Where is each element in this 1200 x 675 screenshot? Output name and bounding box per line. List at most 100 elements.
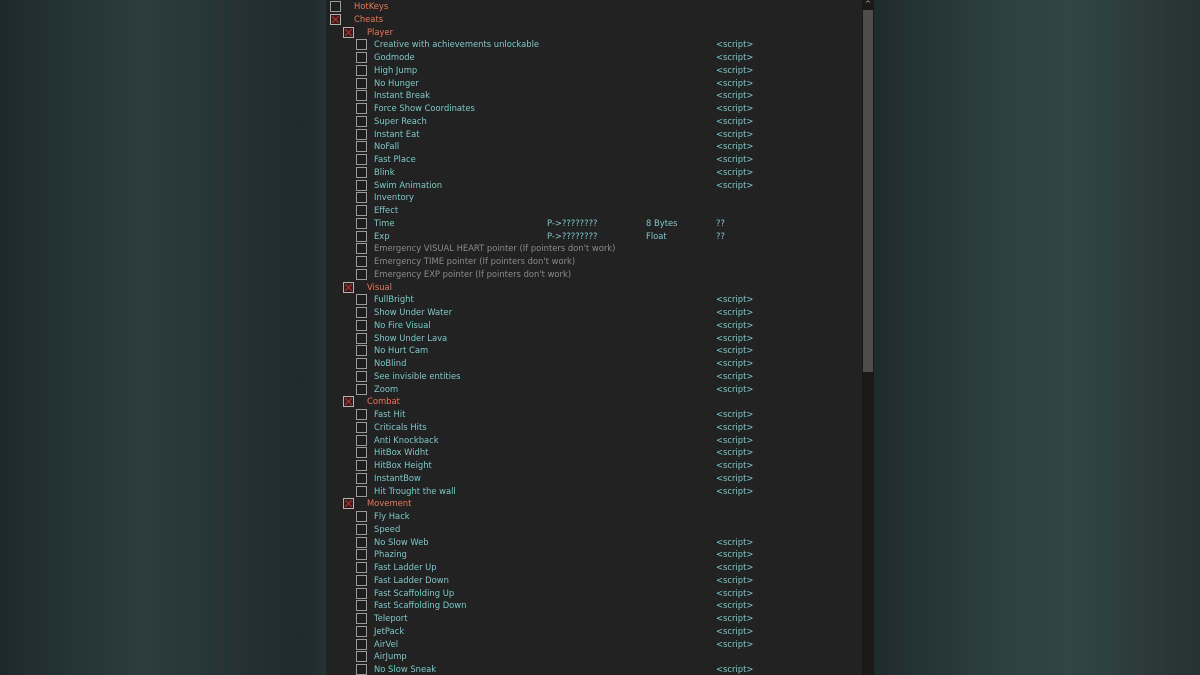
checkbox[interactable] [356, 523, 367, 535]
checkbox[interactable] [356, 52, 367, 63]
checkbox[interactable] [330, 1, 341, 12]
active-checkbox[interactable] [343, 498, 354, 510]
checkbox[interactable] [356, 154, 367, 165]
checkbox[interactable] [356, 434, 367, 446]
table-row[interactable]: Show Under Water <script> [326, 306, 862, 319]
table-row[interactable]: Time P->???????? 8 Bytes?? [326, 217, 862, 230]
checkbox[interactable] [356, 205, 367, 216]
scroll-up-arrow-icon[interactable]: ^ [862, 0, 874, 9]
table-row[interactable]: Instant Eat <script> [326, 128, 862, 141]
table-row[interactable]: No Slow Sneak <script> [326, 663, 862, 675]
table-row[interactable]: Swim Animation <script> [326, 179, 862, 192]
checkbox[interactable] [356, 115, 367, 127]
checkbox[interactable] [356, 319, 367, 331]
table-row[interactable]: NoFall <script> [326, 140, 862, 153]
checkbox[interactable] [356, 230, 367, 242]
table-row[interactable]: Speed [326, 523, 862, 536]
table-row[interactable]: Fast Place <script> [326, 153, 862, 166]
checkbox[interactable] [356, 358, 367, 369]
checkbox[interactable] [356, 345, 367, 357]
checkbox[interactable] [356, 294, 367, 306]
checkbox[interactable] [356, 217, 367, 229]
group-header[interactable]: Player [326, 26, 862, 39]
table-row[interactable]: Fast Scaffolding Up <script> [326, 587, 862, 600]
checkbox[interactable] [356, 64, 367, 76]
checkbox[interactable] [356, 39, 367, 51]
checkbox[interactable] [356, 192, 367, 204]
table-row[interactable]: Anti Knockback <script> [326, 434, 862, 447]
checkbox[interactable] [356, 549, 367, 561]
table-row[interactable]: Emergency EXP pointer (If pointers don't… [326, 268, 862, 281]
table-row[interactable]: AirVel <script> [326, 638, 862, 651]
table-row[interactable]: HitBox Widht <script> [326, 446, 862, 459]
table-row[interactable]: Show Under Lava <script> [326, 332, 862, 345]
table-row[interactable]: Exp P->???????? Float?? [326, 230, 862, 243]
scrollbar-thumb[interactable] [863, 10, 873, 372]
table-row[interactable]: FullBright <script> [326, 293, 862, 306]
checkbox[interactable] [356, 664, 367, 675]
table-row[interactable]: Super Reach <script> [326, 115, 862, 128]
table-row[interactable]: JetPack <script> [326, 625, 862, 638]
table-row[interactable]: High Jump <script> [326, 64, 862, 77]
checkbox[interactable] [356, 613, 367, 624]
table-row[interactable]: Instant Break <script> [326, 89, 862, 102]
checkbox[interactable] [356, 141, 367, 153]
table-row[interactable]: Fly Hack [326, 510, 862, 523]
table-row[interactable]: Phazing <script> [326, 548, 862, 561]
table-row[interactable]: Fast Ladder Down <script> [326, 574, 862, 587]
active-checkbox[interactable] [343, 26, 354, 38]
active-checkbox[interactable] [343, 396, 354, 408]
table-row[interactable]: Effect [326, 204, 862, 217]
checkbox[interactable] [356, 370, 367, 382]
active-checkbox[interactable] [330, 13, 341, 25]
table-row[interactable]: Zoom <script> [326, 383, 862, 396]
checkbox[interactable] [356, 332, 367, 344]
group-header[interactable]: Visual [326, 281, 862, 294]
vertical-scrollbar[interactable]: ^ [862, 0, 874, 675]
table-row[interactable]: Creative with achievements unlockable <sc… [326, 38, 862, 51]
table-row[interactable]: Godmode <script> [326, 51, 862, 64]
checkbox[interactable] [356, 600, 367, 612]
group-header[interactable]: Combat [326, 395, 862, 408]
checkbox[interactable] [356, 268, 367, 280]
table-row[interactable]: Fast Scaffolding Down <script> [326, 599, 862, 612]
table-row[interactable]: AirJump [326, 650, 862, 663]
table-row[interactable]: HitBox Height <script> [326, 459, 862, 472]
checkbox[interactable] [356, 536, 367, 548]
table-row[interactable]: Blink <script> [326, 166, 862, 179]
group-header[interactable]: Movement [326, 497, 862, 510]
checkbox[interactable] [356, 128, 367, 140]
checkbox[interactable] [356, 179, 367, 191]
checkbox[interactable] [356, 587, 367, 599]
table-row[interactable]: Fast Hit <script> [326, 408, 862, 421]
group-header[interactable]: Cheats [326, 13, 862, 26]
checkbox[interactable] [356, 421, 367, 433]
table-row[interactable]: No Hunger <script> [326, 77, 862, 90]
table-row[interactable]: See invisible entities <script> [326, 370, 862, 383]
checkbox[interactable] [356, 256, 367, 267]
checkbox[interactable] [356, 511, 367, 522]
checkbox[interactable] [356, 409, 367, 420]
group-header[interactable]: HotKeys [326, 0, 862, 13]
table-row[interactable]: Criticals Hits <script> [326, 421, 862, 434]
active-checkbox[interactable] [343, 281, 354, 293]
table-row[interactable]: No Fire Visual <script> [326, 319, 862, 332]
checkbox[interactable] [356, 77, 367, 89]
checkbox[interactable] [356, 574, 367, 586]
table-row[interactable]: Emergency TIME pointer (If pointers don'… [326, 255, 862, 268]
checkbox[interactable] [356, 307, 367, 318]
table-row[interactable]: InstantBow <script> [326, 472, 862, 485]
checkbox[interactable] [356, 460, 367, 471]
table-row[interactable]: Force Show Coordinates <script> [326, 102, 862, 115]
checkbox[interactable] [356, 485, 367, 497]
checkbox[interactable] [356, 472, 367, 484]
checkbox[interactable] [356, 651, 367, 663]
table-row[interactable]: NoBlind <script> [326, 357, 862, 370]
table-row[interactable]: No Slow Web <script> [326, 536, 862, 549]
checkbox[interactable] [356, 447, 367, 459]
checkbox[interactable] [356, 90, 367, 102]
checkbox[interactable] [356, 625, 367, 637]
table-row[interactable]: Inventory [326, 191, 862, 204]
checkbox[interactable] [356, 103, 367, 114]
checkbox[interactable] [356, 383, 367, 395]
